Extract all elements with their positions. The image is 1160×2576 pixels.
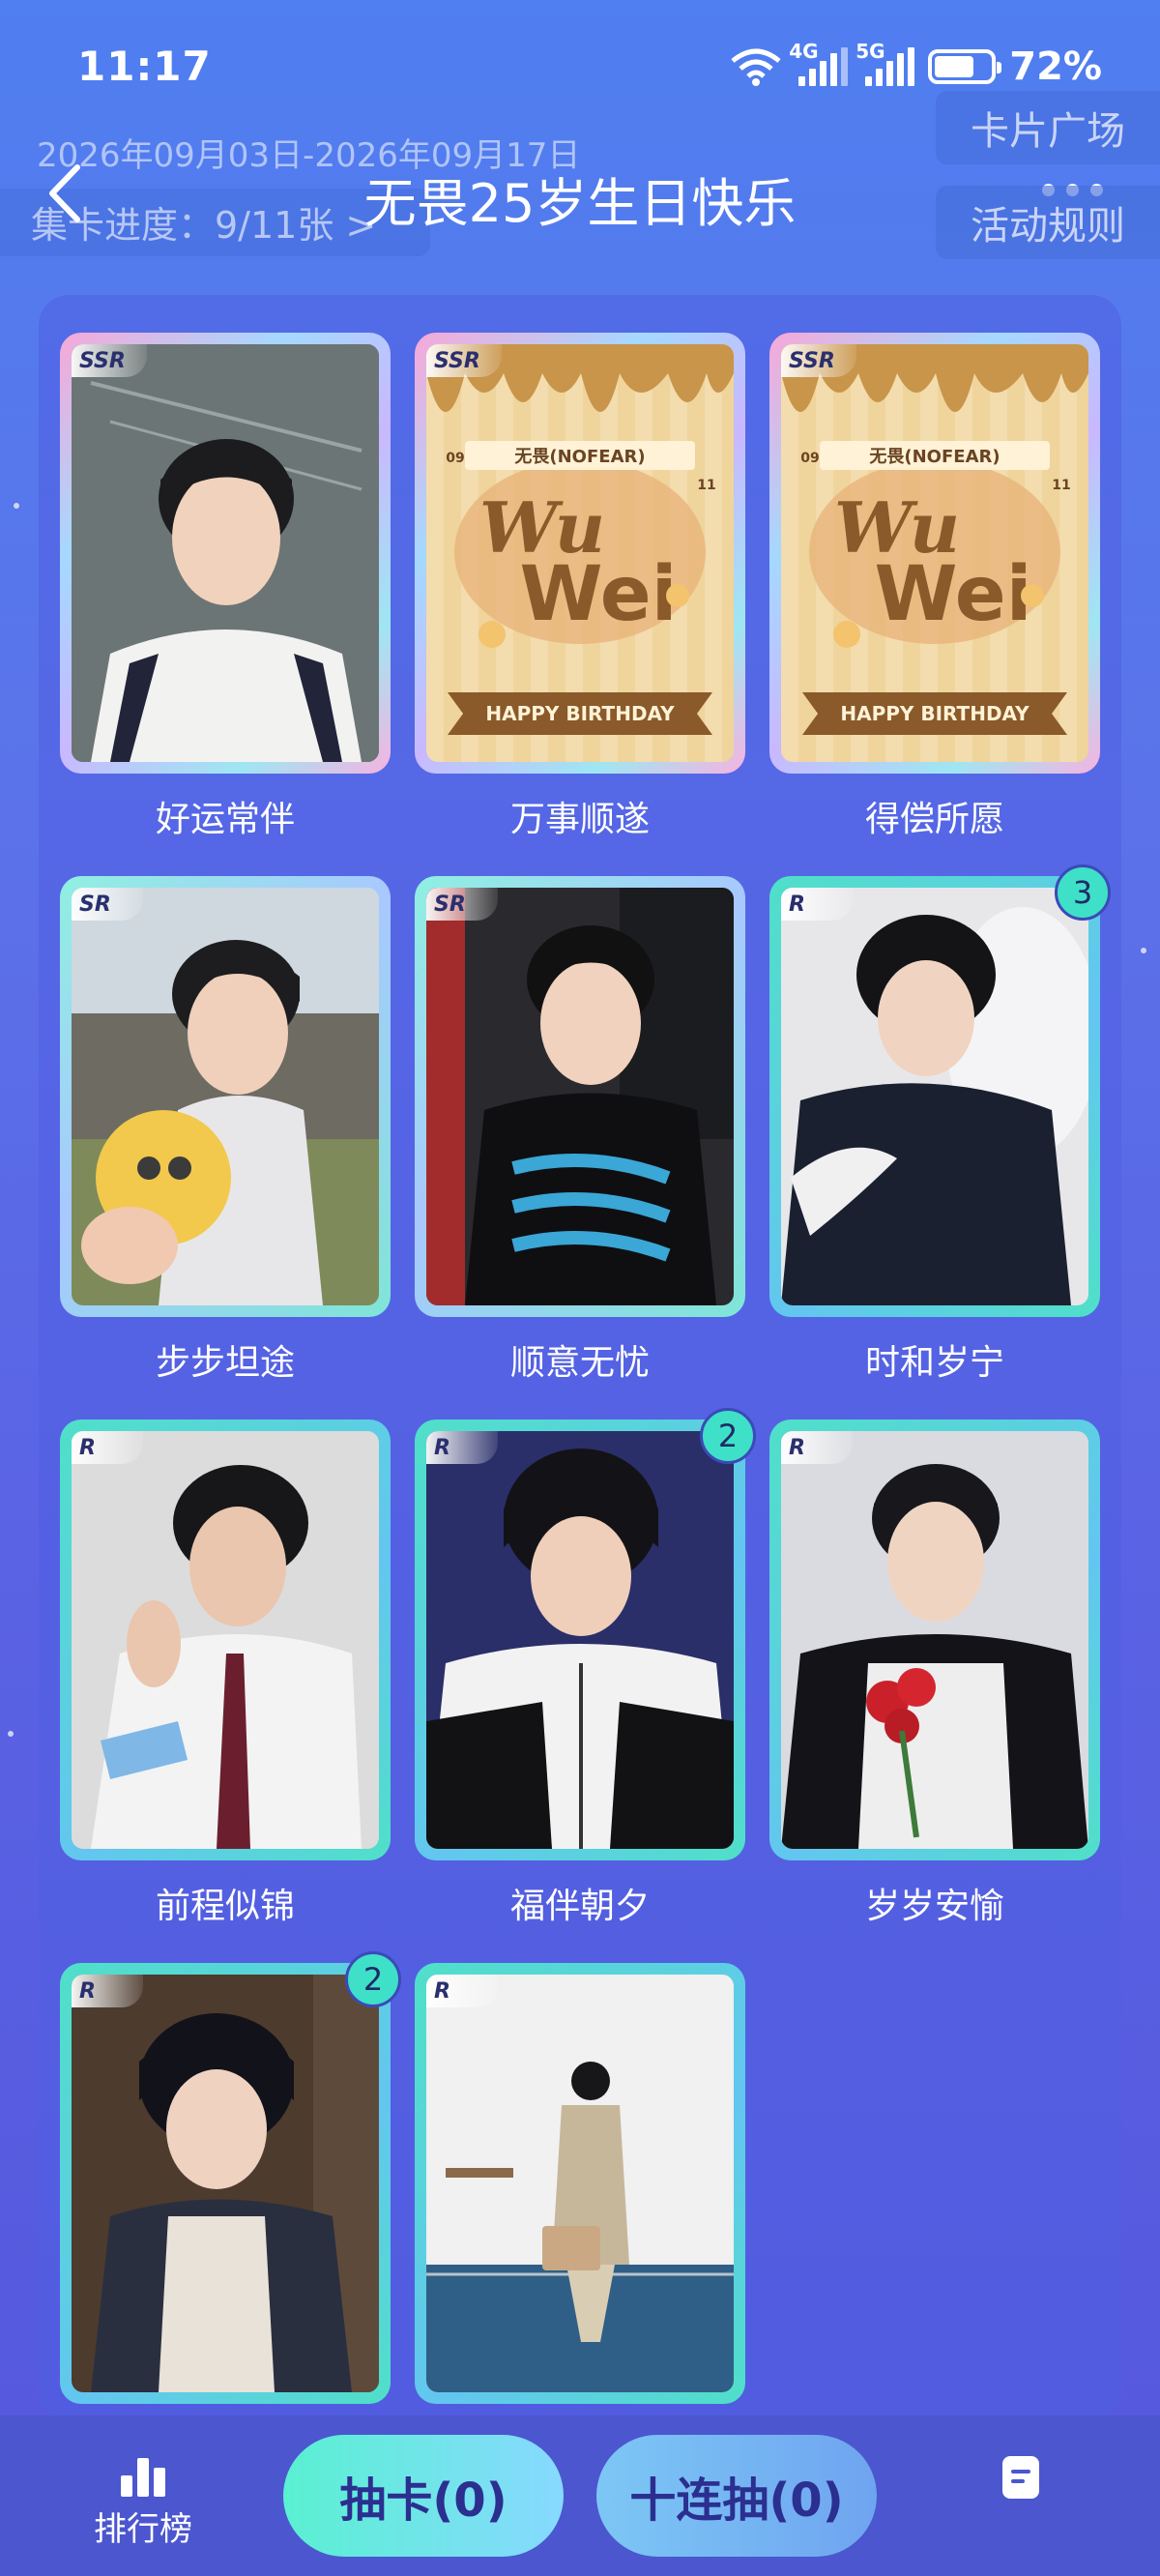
birthday-art-image: 无畏(NOFEAR) 09 11 Wu Wei HAPPY BIRTHDAY (781, 344, 1088, 735)
card-1[interactable]: SSR (60, 333, 391, 774)
card-name: 前程似锦 (155, 1887, 295, 1926)
card-name: 步步坦途 (155, 1343, 295, 1383)
art-left-number: 09 (446, 451, 464, 466)
battery-icon (928, 49, 1002, 84)
portrait-image (72, 888, 379, 1305)
card-2[interactable]: 无畏(NOFEAR) 09 11 Wu Wei HAPPY BIRTHDAY S… (415, 333, 745, 774)
battery-percent: 72% (1009, 44, 1102, 89)
card-name: 万事顺遂 (509, 800, 650, 839)
card-5[interactable]: SR (415, 876, 745, 1317)
portrait-image (426, 1431, 734, 1849)
card-10[interactable]: R (60, 1963, 391, 2404)
draw-card-button[interactable]: 抽卡(0) (283, 2435, 564, 2557)
card-photo (426, 1975, 734, 2392)
signal-4g-label: 4G (789, 40, 819, 63)
art-right-number: 11 (697, 478, 715, 493)
art-right-number: 11 (1052, 478, 1070, 493)
card-8[interactable]: R (415, 1420, 745, 1860)
card-photo (781, 888, 1088, 1305)
card-photo: 无畏(NOFEAR) 09 11 Wu Wei HAPPY BIRTHDAY (426, 344, 734, 762)
art-left-number: 09 (800, 451, 819, 466)
activity-rules-button[interactable]: 活动规则 (936, 186, 1160, 259)
card-9[interactable]: R (769, 1420, 1100, 1860)
card-7[interactable]: R (60, 1420, 391, 1860)
art-banner: HAPPY BIRTHDAY (840, 702, 1030, 725)
card-11[interactable]: R (415, 1963, 745, 2404)
birthday-art-image: 无畏(NOFEAR) 09 11 Wu Wei HAPPY BIRTHDAY (426, 344, 734, 735)
portrait-image (72, 1975, 379, 2392)
card-photo (72, 344, 379, 762)
portrait-image (426, 1975, 734, 2392)
portrait-image (781, 1431, 1088, 1849)
rarity-badge: SSR (781, 344, 856, 377)
card-count-badge: 2 (345, 1951, 401, 2007)
card-name: 顺意无忧 (509, 1343, 650, 1383)
rarity-badge: SSR (426, 344, 502, 377)
card-photo (781, 1431, 1088, 1849)
rarity-badge: SR (426, 888, 498, 921)
card-name: 福伴朝夕 (509, 1887, 650, 1926)
record-document-icon[interactable] (1002, 2456, 1039, 2499)
signal-5g-icon: 5G (856, 40, 915, 86)
rarity-badge: R (426, 1431, 498, 1464)
card-count-badge: 2 (700, 1408, 756, 1464)
portrait-image (72, 1431, 379, 1849)
leaderboard-button[interactable]: 排行榜 (85, 2456, 201, 2550)
status-icons: 4G 5G 72% (731, 40, 1102, 89)
art-word-wei: Wei (875, 551, 1032, 638)
art-banner: HAPPY BIRTHDAY (485, 702, 675, 725)
wifi-icon (731, 48, 781, 86)
rarity-badge: R (72, 1975, 143, 2007)
rarity-badge: R (781, 1431, 853, 1464)
portrait-image (72, 344, 379, 762)
rarity-badge: SR (72, 888, 143, 921)
card-name: 岁岁安愉 (864, 1887, 1004, 1926)
rarity-badge: R (72, 1431, 143, 1464)
card-photo (72, 888, 379, 1305)
rarity-badge: SSR (72, 344, 147, 377)
card-name: 好运常伴 (155, 800, 295, 839)
bg-sparkle (1141, 948, 1146, 953)
art-label: 无畏(NOFEAR) (514, 447, 645, 467)
card-name: 时和岁宁 (864, 1343, 1004, 1383)
card-photo (426, 1431, 734, 1849)
card-name: 得偿所愿 (864, 800, 1004, 839)
card-3[interactable]: 无畏(NOFEAR) 09 11 Wu Wei HAPPY BIRTHDAY S… (769, 333, 1100, 774)
card-6[interactable]: R (769, 876, 1100, 1317)
status-time: 11:17 (77, 43, 212, 90)
signal-5g-label: 5G (856, 40, 885, 63)
art-label: 无畏(NOFEAR) (869, 447, 1000, 467)
leaderboard-label: 排行榜 (94, 2510, 192, 2549)
card-plaza-button[interactable]: 卡片广场 (936, 91, 1160, 164)
card-photo (72, 1431, 379, 1849)
card-4[interactable]: SR (60, 876, 391, 1317)
signal-4g-icon: 4G (789, 40, 849, 86)
card-photo: 无畏(NOFEAR) 09 11 Wu Wei HAPPY BIRTHDAY (781, 344, 1088, 762)
rarity-badge: R (426, 1975, 498, 2007)
card-photo (72, 1975, 379, 2392)
bg-sparkle (8, 1731, 14, 1737)
portrait-image (426, 888, 734, 1305)
art-word-wei: Wei (520, 551, 678, 638)
card-photo (426, 888, 734, 1305)
rarity-badge: R (781, 888, 853, 921)
card-count-badge: 3 (1055, 864, 1111, 921)
ten-draw-button[interactable]: 十连抽(0) (596, 2435, 877, 2557)
bg-sparkle (14, 503, 19, 509)
leaderboard-icon (85, 2456, 201, 2497)
portrait-image (781, 888, 1088, 1305)
